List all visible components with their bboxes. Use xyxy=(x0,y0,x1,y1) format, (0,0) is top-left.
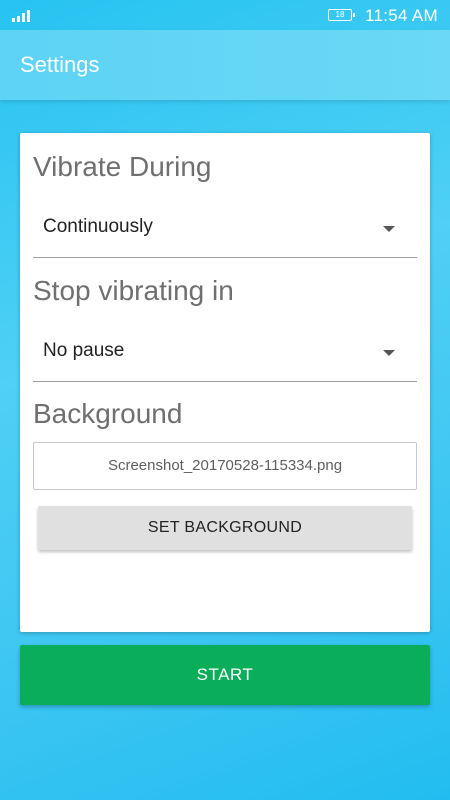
app-bar: Settings xyxy=(0,30,450,100)
stop-vibrating-value: No pause xyxy=(43,340,125,361)
status-bar: 18 11:54 AM xyxy=(0,0,450,30)
dropdown-arrow-icon xyxy=(383,226,395,232)
dropdown-arrow-icon xyxy=(383,350,395,356)
stop-vibrating-title: Stop vibrating in xyxy=(33,275,234,306)
battery-icon: 18 xyxy=(328,9,355,21)
battery-level: 18 xyxy=(335,10,345,19)
vibrate-during-dropdown[interactable]: Continuously xyxy=(33,202,417,258)
start-button[interactable]: START xyxy=(20,645,430,705)
background-filename-field: Screenshot_20170528-115334.png xyxy=(33,442,417,490)
vibrate-during-value: Continuously xyxy=(43,216,153,237)
vibrate-during-title: Vibrate During xyxy=(33,151,212,182)
stop-vibrating-dropdown[interactable]: No pause xyxy=(33,326,417,382)
background-title: Background xyxy=(33,398,183,429)
set-background-button[interactable]: SET BACKGROUND xyxy=(38,506,412,550)
status-time: 11:54 AM xyxy=(365,6,438,25)
signal-icon xyxy=(12,10,30,22)
settings-card: Vibrate During Continuously Stop vibrati… xyxy=(20,133,430,632)
page-title: Settings xyxy=(20,52,100,77)
